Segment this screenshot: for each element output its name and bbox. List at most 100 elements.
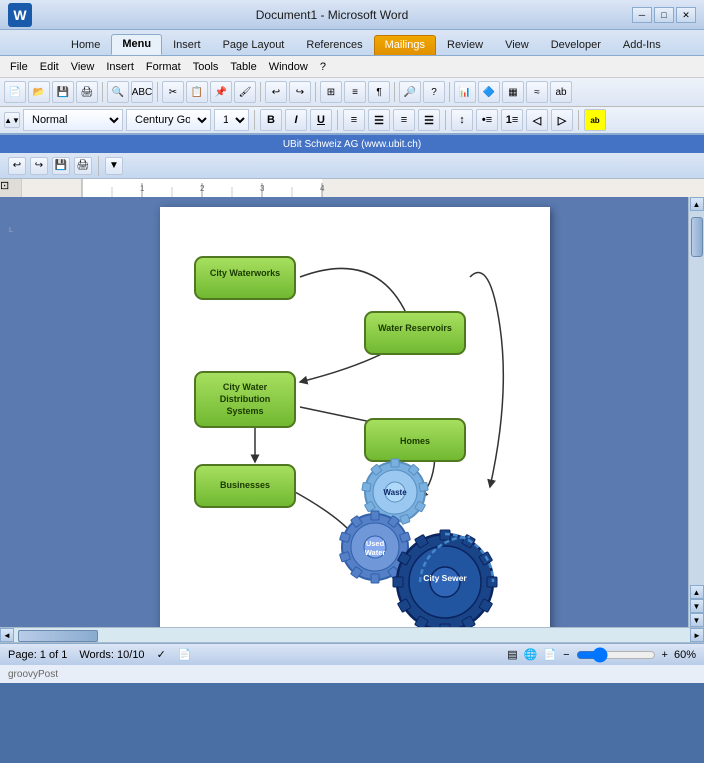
font-size-dropdown[interactable]: 11 xyxy=(214,109,249,131)
scroll-right-arrow[interactable]: ► xyxy=(690,628,704,642)
align-center-button[interactable]: ☰ xyxy=(368,109,390,131)
separator-6 xyxy=(449,82,450,102)
proofing-icon[interactable]: ✓ xyxy=(157,648,166,661)
redo-button[interactable]: ↪ xyxy=(289,81,311,103)
zoom-plus[interactable]: + xyxy=(662,649,668,661)
smartart-button[interactable]: 🔷 xyxy=(478,81,500,103)
zoom-slider[interactable] xyxy=(576,649,656,661)
app-logo: W xyxy=(8,3,32,27)
toolbar-row-1: 📄 📂 💾 🖨 🔍 ABC ✂ 📋 📌 🖌 ↩ ↪ ⊞ ≡ ¶ 🔎 ? 📊 🔷 … xyxy=(0,78,704,106)
menu-file[interactable]: File xyxy=(4,59,34,75)
h-scroll-track[interactable] xyxy=(14,628,690,642)
menu-table[interactable]: Table xyxy=(224,59,262,75)
help-button[interactable]: ? xyxy=(423,81,445,103)
cut-button[interactable]: ✂ xyxy=(162,81,184,103)
words-status: Words: 10/10 xyxy=(79,649,144,661)
left-margin: L xyxy=(0,197,22,627)
vertical-scrollbar[interactable]: ▲ ▲ ▼ ▼ xyxy=(688,197,704,627)
tab-review[interactable]: Review xyxy=(436,35,494,55)
tab-references[interactable]: References xyxy=(295,35,373,55)
scroll-page-down[interactable]: ▼ xyxy=(690,599,704,613)
underline-button[interactable]: U xyxy=(310,109,332,131)
tab-mailings[interactable]: Mailings xyxy=(374,35,436,55)
tab-insert[interactable]: Insert xyxy=(162,35,212,55)
tab-developer[interactable]: Developer xyxy=(540,35,612,55)
zoom-button[interactable]: 🔎 xyxy=(399,81,421,103)
scrollbar-thumb[interactable] xyxy=(691,217,703,257)
menu-view[interactable]: View xyxy=(65,59,101,75)
scroll-left-arrow[interactable]: ◄ xyxy=(0,628,14,642)
italic-button[interactable]: I xyxy=(285,109,307,131)
menu-help[interactable]: ? xyxy=(314,59,332,75)
tab-home[interactable]: Home xyxy=(60,35,111,55)
new-button[interactable]: 📄 xyxy=(4,81,26,103)
tab-view[interactable]: View xyxy=(494,35,540,55)
copy-button[interactable]: 📋 xyxy=(186,81,208,103)
spell-check-button[interactable]: ABC xyxy=(131,81,153,103)
scroll-up-arrow[interactable]: ▲ xyxy=(690,197,704,211)
table-button[interactable]: ⊞ xyxy=(320,81,342,103)
save-as-button[interactable]: 🖨 xyxy=(76,81,98,103)
highlight-button[interactable]: ab xyxy=(584,109,606,131)
view-icon[interactable]: 📄 xyxy=(178,648,192,661)
page-marker: L xyxy=(0,227,22,234)
zoom-minus[interactable]: − xyxy=(563,649,569,661)
quick-access-bar: ↩ ↪ 💾 🖨 ▼ xyxy=(0,153,704,179)
qa-undo[interactable]: ↩ xyxy=(8,157,26,175)
view-normal-icon[interactable]: ▤ xyxy=(507,648,517,661)
align-left-button[interactable]: ≡ xyxy=(343,109,365,131)
show-hide-button[interactable]: ¶ xyxy=(368,81,390,103)
bullets-button[interactable]: •≡ xyxy=(476,109,498,131)
chart-button[interactable]: 📊 xyxy=(454,81,476,103)
undo-button[interactable]: ↩ xyxy=(265,81,287,103)
menu-window[interactable]: Window xyxy=(263,59,314,75)
view-print-icon[interactable]: 📄 xyxy=(543,648,557,661)
maximize-button[interactable]: □ xyxy=(654,7,674,23)
flow-diagram: City Waterworks Water Reservoirs City Wa… xyxy=(180,227,530,627)
increase-indent-button[interactable]: ▷ xyxy=(551,109,573,131)
line-spacing-button[interactable]: ↕ xyxy=(451,109,473,131)
status-left: Page: 1 of 1 Words: 10/10 ✓ 📄 xyxy=(8,648,191,661)
scroll-down-arrow[interactable]: ▼ xyxy=(690,613,704,627)
extra3-button[interactable]: ab xyxy=(550,81,572,103)
horizontal-scrollbar[interactable]: ◄ ► xyxy=(0,627,704,643)
menu-insert[interactable]: Insert xyxy=(100,59,140,75)
decrease-indent-button[interactable]: ◁ xyxy=(526,109,548,131)
svg-text:Distribution: Distribution xyxy=(220,394,271,404)
menu-edit[interactable]: Edit xyxy=(34,59,65,75)
svg-text:City Waterworks: City Waterworks xyxy=(210,268,280,278)
print-preview-button[interactable]: 🔍 xyxy=(107,81,129,103)
extra2-button[interactable]: ≈ xyxy=(526,81,548,103)
tab-add-ins[interactable]: Add-Ins xyxy=(612,35,672,55)
style-size-button[interactable]: ▲▼ xyxy=(4,112,20,128)
document-scroll-area[interactable]: City Waterworks Water Reservoirs City Wa… xyxy=(22,197,688,627)
view-web-icon[interactable]: 🌐 xyxy=(524,648,538,661)
paste-button[interactable]: 📌 xyxy=(210,81,232,103)
save-button[interactable]: 💾 xyxy=(52,81,74,103)
qa-print[interactable]: 🖨 xyxy=(74,157,92,175)
tab-page-layout[interactable]: Page Layout xyxy=(212,35,296,55)
minimize-button[interactable]: ─ xyxy=(632,7,652,23)
qa-redo[interactable]: ↪ xyxy=(30,157,48,175)
align-right-button[interactable]: ≡ xyxy=(393,109,415,131)
ribbon-tabs: Home Menu Insert Page Layout References … xyxy=(0,30,704,56)
column-button[interactable]: ≡ xyxy=(344,81,366,103)
menu-tools[interactable]: Tools xyxy=(187,59,225,75)
menu-format[interactable]: Format xyxy=(140,59,187,75)
ruler-body: 1 2 3 4 xyxy=(22,179,704,197)
extra1-button[interactable]: ▦ xyxy=(502,81,524,103)
open-button[interactable]: 📂 xyxy=(28,81,50,103)
style-dropdown[interactable]: Normal xyxy=(23,109,123,131)
align-justify-button[interactable]: ☰ xyxy=(418,109,440,131)
numbering-button[interactable]: 1≡ xyxy=(501,109,523,131)
qa-save[interactable]: 💾 xyxy=(52,157,70,175)
scroll-page-up[interactable]: ▲ xyxy=(690,585,704,599)
bold-button[interactable]: B xyxy=(260,109,282,131)
tab-menu[interactable]: Menu xyxy=(111,34,162,55)
font-dropdown[interactable]: Century Goth xyxy=(126,109,211,131)
qa-extra[interactable]: ▼ xyxy=(105,157,123,175)
scrollbar-track[interactable] xyxy=(689,211,704,585)
h-scrollbar-thumb[interactable] xyxy=(18,630,98,642)
close-button[interactable]: ✕ xyxy=(676,7,696,23)
format-painter-button[interactable]: 🖌 xyxy=(234,81,256,103)
